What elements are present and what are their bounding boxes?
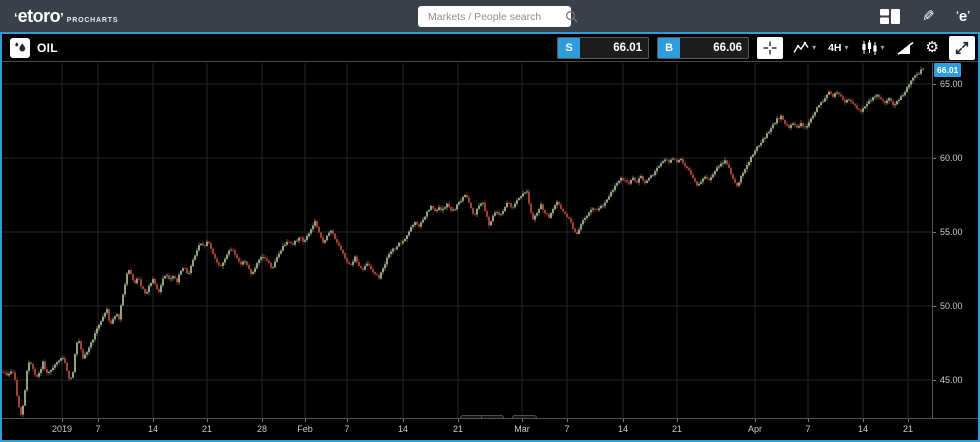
chart-panel: OIL S 66.01 B 66.06	[0, 32, 980, 442]
y-axis-tick	[933, 306, 936, 307]
y-axis-tick	[933, 380, 936, 381]
y-axis-tick	[933, 232, 936, 233]
expand-icon	[954, 40, 970, 56]
x-axis-label: 7	[333, 424, 361, 434]
x-axis-label: Feb	[291, 424, 319, 434]
y-axis-label: 50.00	[940, 301, 963, 311]
candlestick-icon	[861, 40, 878, 55]
chart-toolbar: S 66.01 B 66.06	[557, 36, 975, 60]
candle-style-dropdown[interactable]: ▾	[859, 38, 887, 57]
chart-header: OIL S 66.01 B 66.06	[2, 34, 978, 62]
instrument-name: OIL	[37, 41, 58, 55]
sell-tag: S	[558, 37, 580, 59]
etoro-logo[interactable]: ‘etoro’ PROCHARTS	[14, 7, 118, 25]
x-axis-tick	[808, 419, 809, 422]
sell-price: 66.01	[580, 42, 648, 54]
x-axis-tick	[863, 419, 864, 422]
logo-horn-right-icon: ’	[60, 11, 64, 24]
y-axis-label: 45.00	[940, 375, 963, 385]
x-axis-label: 7	[84, 424, 112, 434]
forecasts-button[interactable]	[895, 39, 916, 57]
x-axis-label: 14	[389, 424, 417, 434]
top-bar-actions: ✎ ‘e’	[880, 0, 970, 32]
buy-button[interactable]: B 66.06	[657, 37, 749, 59]
line-chart-icon	[793, 41, 809, 54]
y-axis-label: 60.00	[940, 153, 963, 163]
chevron-down-icon: ▾	[845, 43, 849, 52]
x-axis-label: 14	[609, 424, 637, 434]
edit-pencil-icon[interactable]: ✎	[922, 7, 935, 25]
chart-type-dropdown[interactable]: ▾	[791, 39, 818, 56]
sell-button[interactable]: S 66.01	[557, 37, 649, 59]
x-axis-tick	[403, 419, 404, 422]
top-bar: ‘etoro’ PROCHARTS ✎ ‘e’	[0, 0, 980, 32]
x-axis-tick	[262, 419, 263, 422]
chevron-down-icon: ▾	[812, 43, 816, 52]
x-axis-label: 7	[794, 424, 822, 434]
fullscreen-button[interactable]	[949, 36, 975, 60]
oil-instrument-icon	[10, 38, 30, 58]
price-axis[interactable]: 65.00 60.00 55.00 50.00 45.00 66.01	[932, 63, 976, 418]
y-axis-label: 55.00	[940, 227, 963, 237]
x-axis-label: 14	[849, 424, 877, 434]
x-axis-tick	[677, 419, 678, 422]
x-axis-label: 28	[248, 424, 276, 434]
x-axis-tick	[305, 419, 306, 422]
x-axis-label: 21	[663, 424, 691, 434]
x-axis-tick	[62, 419, 63, 422]
forecast-icon	[897, 41, 914, 55]
y-axis-tick	[933, 158, 936, 159]
x-axis-label: 21	[193, 424, 221, 434]
timeframe-dropdown[interactable]: 4H ▾	[826, 40, 850, 56]
crosshair-icon	[762, 40, 778, 56]
x-axis-tick	[908, 419, 909, 422]
timeframe-label: 4H	[828, 42, 841, 54]
buy-tag: B	[658, 37, 680, 59]
current-price-badge: 66.01	[934, 63, 961, 77]
chart-plot-area[interactable]: − +	[2, 63, 932, 418]
procharts-label: PROCHARTS	[67, 17, 119, 24]
gear-icon: ⚙	[926, 40, 939, 55]
y-axis-tick	[933, 84, 936, 85]
settings-button[interactable]: ⚙	[924, 38, 941, 57]
chevron-down-icon: ▾	[881, 43, 885, 52]
time-axis[interactable]: 2019 7 14 21 28 Feb 7 14 21 Mar 7 14 21 Apr 7 14 21	[2, 418, 978, 440]
x-axis-label: 21	[444, 424, 472, 434]
x-axis-tick	[347, 419, 348, 422]
x-axis-tick	[98, 419, 99, 422]
x-axis-tick	[153, 419, 154, 422]
x-axis-tick	[207, 419, 208, 422]
candles-plot	[2, 63, 932, 418]
x-axis-label: 14	[139, 424, 167, 434]
x-axis-label: Apr	[741, 424, 769, 434]
x-axis-label: 7	[553, 424, 581, 434]
search-input[interactable]	[426, 10, 565, 24]
x-axis-label: 21	[894, 424, 922, 434]
x-axis-tick	[755, 419, 756, 422]
x-axis-tick	[458, 419, 459, 422]
logo-text: etoro	[18, 7, 61, 25]
x-axis-tick	[567, 419, 568, 422]
x-axis-label: Mar	[508, 424, 536, 434]
layout-grid-icon[interactable]	[880, 9, 900, 24]
x-axis-label: 2019	[48, 424, 76, 434]
search-icon	[565, 10, 578, 23]
etoro-procharts-window: ‘etoro’ PROCHARTS ✎ ‘e’	[0, 0, 980, 442]
search-box[interactable]	[418, 6, 571, 27]
x-axis-tick	[623, 419, 624, 422]
x-axis-tick	[522, 419, 523, 422]
crosshair-button[interactable]	[757, 37, 783, 59]
y-axis-label: 65.00	[940, 79, 963, 89]
etoro-mark-icon[interactable]: ‘e’	[956, 8, 970, 25]
buy-price: 66.06	[680, 42, 748, 54]
